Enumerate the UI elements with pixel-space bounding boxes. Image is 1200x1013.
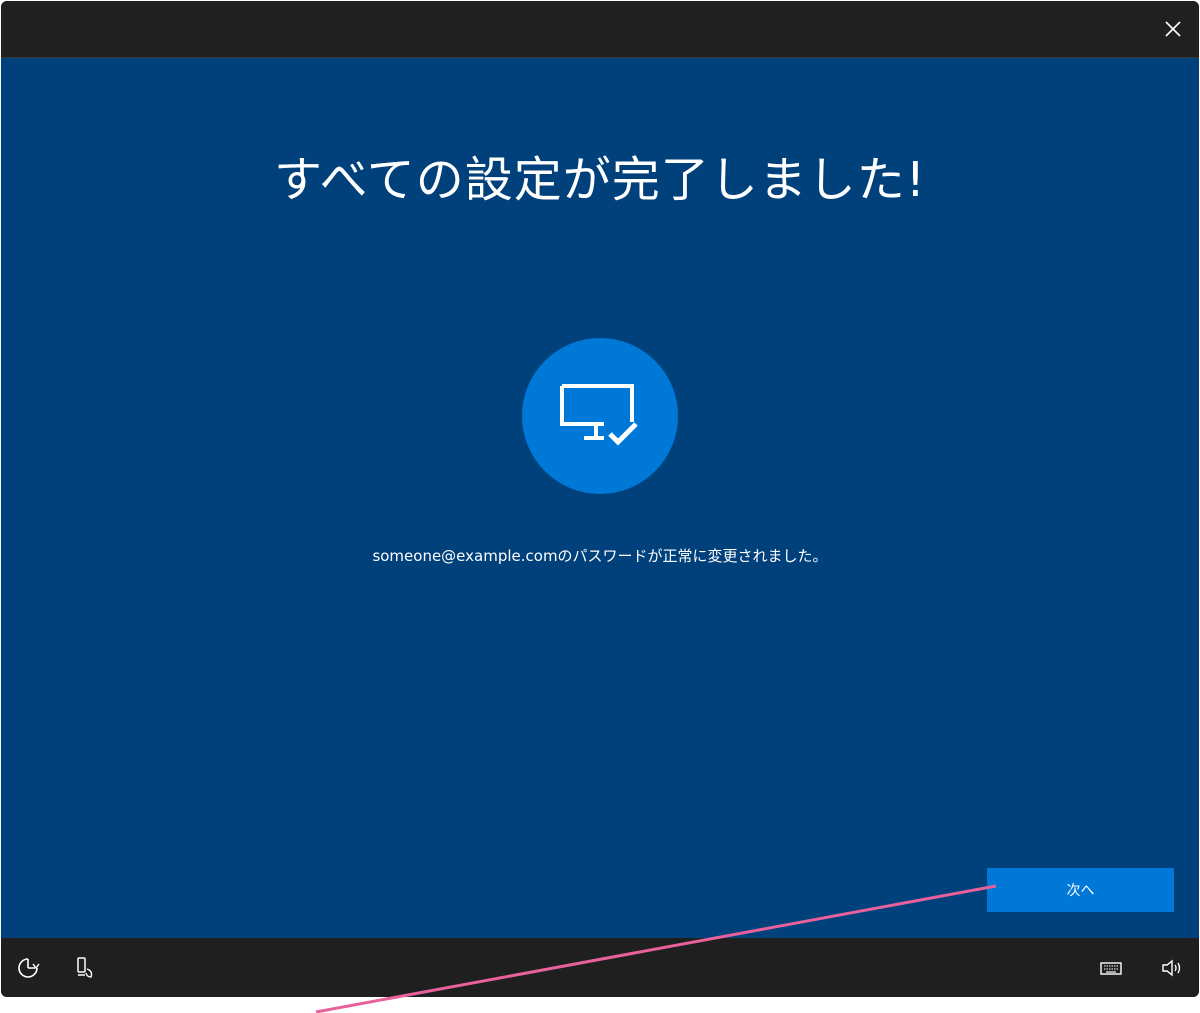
monitor-check-icon xyxy=(560,384,638,446)
close-button[interactable] xyxy=(1159,15,1187,43)
close-icon xyxy=(1165,21,1181,37)
keyboard-icon xyxy=(1100,962,1122,975)
narrator-button[interactable] xyxy=(71,955,97,981)
status-message: someone@example.comのパスワードが正常に変更されました。 xyxy=(372,547,828,565)
completion-badge xyxy=(522,338,678,494)
volume-button[interactable] xyxy=(1158,955,1184,981)
keyboard-button[interactable] xyxy=(1098,955,1124,981)
volume-icon xyxy=(1162,959,1181,977)
accessibility-button[interactable] xyxy=(15,955,41,981)
narrator-icon xyxy=(77,957,93,978)
title-bar xyxy=(1,1,1199,58)
page-title: すべての設定が完了しました! xyxy=(274,152,926,208)
setup-window: すべての設定が完了しました! someone@example.comのパスワード… xyxy=(1,1,1199,997)
accessibility-icon xyxy=(18,958,40,978)
next-button[interactable]: 次へ xyxy=(987,868,1174,912)
setup-content: すべての設定が完了しました! someone@example.comのパスワード… xyxy=(1,58,1199,938)
bottom-bar xyxy=(1,938,1199,997)
